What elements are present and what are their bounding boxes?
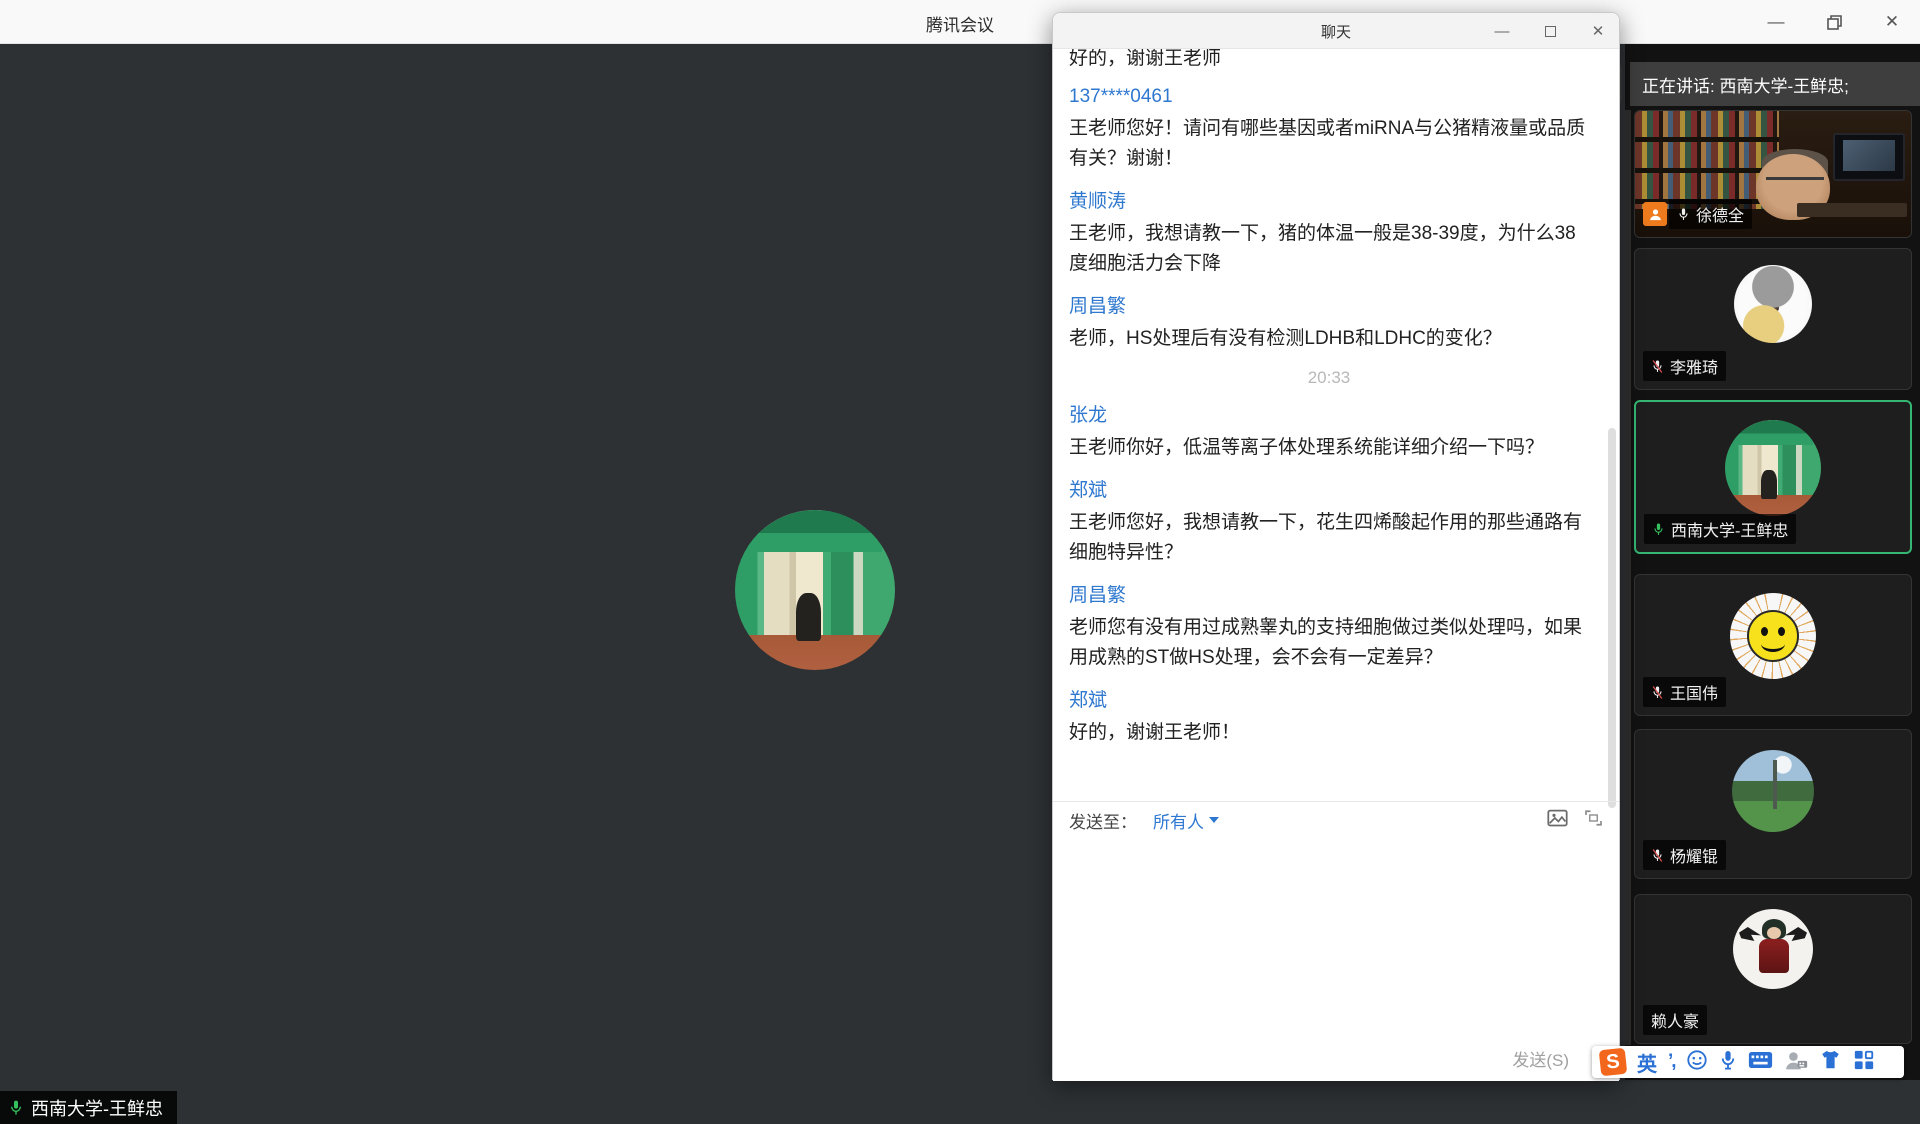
chat-message: 好的，谢谢王老师	[1069, 49, 1589, 74]
participant-tile-wangxianzhong[interactable]: 西南大学-王鲜忠	[1634, 400, 1912, 554]
participant-label: 李雅琦	[1643, 351, 1726, 381]
screenshot-icon[interactable]	[1584, 809, 1603, 832]
mic-muted-icon	[1651, 848, 1664, 863]
chat-message: 王老师你好，低温等离子体处理系统能详细介绍一下吗？	[1069, 433, 1589, 463]
chat-message: 好的，谢谢王老师！	[1069, 718, 1589, 748]
chat-message-list[interactable]: 好的，谢谢王老师 137****0461 王老师您好！请问有哪些基因或者miRN…	[1053, 49, 1619, 801]
stage-speaker-nametag: 西南大学-王鲜忠	[0, 1091, 177, 1124]
send-to-label: 发送至：	[1069, 808, 1137, 833]
ime-language-toggle[interactable]: 英	[1637, 1048, 1657, 1077]
minimize-button[interactable]: —	[1762, 8, 1790, 36]
main-titlebar: 腾讯会议 — ✕	[0, 0, 1920, 44]
active-speaker-banner: 正在讲话: 西南大学-王鲜忠;	[1630, 62, 1920, 106]
chat-message: 王老师，我想请教一下，猪的体温一般是38-39度，为什么38度细胞活力会下降	[1069, 219, 1589, 279]
mic-muted-icon	[1651, 685, 1664, 700]
corridor-avatar	[1725, 420, 1821, 516]
chat-minimize-button[interactable]: —	[1491, 20, 1513, 42]
chevron-down-icon	[1209, 817, 1219, 823]
participant-label: 赖人豪	[1643, 1005, 1707, 1035]
window-controls: — ✕	[1762, 0, 1906, 44]
chat-sender[interactable]: 郑斌	[1069, 685, 1589, 712]
ime-toolbar[interactable]: S 英 ’,	[1592, 1046, 1904, 1078]
chat-message: 老师，HS处理后有没有检测LDHB和LDHC的变化？	[1069, 324, 1589, 354]
participant-label: 西南大学-王鲜忠	[1644, 514, 1796, 544]
participant-name: 王国伟	[1670, 680, 1718, 704]
chat-sender[interactable]: 郑斌	[1069, 475, 1589, 502]
participant-tile-yangyaokun[interactable]: 杨耀锟	[1634, 729, 1912, 879]
restore-icon[interactable]	[1820, 8, 1848, 36]
chat-message: 王老师您好！请问有哪些基因或者miRNA与公猪精液量或品质有关？谢谢！	[1069, 114, 1589, 174]
active-speaker-text: 正在讲话: 西南大学-王鲜忠;	[1642, 72, 1849, 97]
voice-input-icon[interactable]	[1719, 1049, 1737, 1076]
emoji-icon[interactable]	[1686, 1049, 1708, 1076]
participant-tile-lairenhao[interactable]: 赖人豪	[1634, 894, 1912, 1044]
chat-send-to-row: 发送至： 所有人	[1053, 801, 1619, 838]
sidebar-scrollbar[interactable]	[1625, 110, 1631, 1045]
chat-sender[interactable]: 周昌繁	[1069, 291, 1589, 318]
close-button[interactable]: ✕	[1878, 8, 1906, 36]
chat-window: 聊天 — ✕ 好的，谢谢王老师 137****0461 王老师您好！请问有哪些基…	[1052, 12, 1620, 1080]
chat-sender[interactable]: 张龙	[1069, 400, 1589, 427]
mic-active-icon	[1652, 522, 1665, 537]
participant-tile-liyaqi[interactable]: 李雅琦	[1634, 248, 1912, 390]
mic-on-icon	[1677, 207, 1690, 222]
chat-input-area[interactable]	[1053, 838, 1619, 1081]
landscape-avatar	[1732, 750, 1814, 832]
chat-sender[interactable]: 137****0461	[1069, 86, 1589, 108]
ime-punctuation-toggle[interactable]: ’,	[1668, 1051, 1675, 1073]
chat-scrollbar[interactable]	[1608, 428, 1616, 808]
profile-icon[interactable]	[1784, 1049, 1808, 1076]
dog-avatar	[1734, 265, 1812, 343]
mic-active-icon	[8, 1099, 24, 1117]
participant-name: 李雅琦	[1670, 354, 1718, 378]
participant-label: 徐德全	[1643, 199, 1752, 229]
participant-tile-xudequan[interactable]: 徐德全	[1634, 110, 1912, 238]
chat-maximize-button[interactable]	[1539, 20, 1561, 42]
stage-speaker-avatar	[735, 510, 895, 670]
smiley-avatar	[1730, 593, 1816, 679]
soft-keyboard-icon[interactable]	[1748, 1051, 1773, 1074]
sogou-logo-icon[interactable]: S	[1599, 1048, 1628, 1077]
chat-message: 老师您有没有用过成熟睾丸的支持细胞做过类似处理吗，如果用成熟的ST做HS处理，会…	[1069, 613, 1589, 673]
person-glasses	[1766, 177, 1824, 187]
app-title: 腾讯会议	[0, 11, 1920, 36]
chat-sender[interactable]: 黄顺涛	[1069, 186, 1589, 213]
toolbox-grid-icon[interactable]	[1853, 1049, 1875, 1076]
participant-name: 西南大学-王鲜忠	[1671, 517, 1788, 541]
chat-close-button[interactable]: ✕	[1587, 20, 1609, 42]
chat-titlebar[interactable]: 聊天 — ✕	[1053, 13, 1619, 49]
monitor	[1833, 133, 1905, 181]
skin-icon[interactable]	[1819, 1049, 1842, 1076]
mic-muted-icon	[1651, 359, 1664, 374]
chat-timestamp: 20:33	[1069, 368, 1589, 388]
send-button[interactable]: 发送(S)	[1512, 1046, 1569, 1071]
chat-message: 王老师您好，我想请教一下，花生四烯酸起作用的那些通路有细胞特异性？	[1069, 508, 1589, 568]
chat-window-controls: — ✕	[1491, 13, 1609, 49]
image-upload-icon[interactable]	[1547, 809, 1568, 832]
participant-name: 赖人豪	[1651, 1008, 1699, 1032]
anime-avatar	[1733, 909, 1813, 989]
audience-selected: 所有人	[1153, 808, 1204, 833]
participant-name: 徐德全	[1696, 202, 1744, 226]
participant-name: 杨耀锟	[1670, 843, 1718, 867]
host-badge-icon	[1643, 202, 1667, 226]
participant-label: 杨耀锟	[1643, 840, 1726, 870]
audience-dropdown[interactable]: 所有人	[1153, 808, 1219, 833]
stage-speaker-name: 西南大学-王鲜忠	[31, 1095, 163, 1121]
participant-tile-wangguowei[interactable]: 王国伟	[1634, 574, 1912, 716]
desk	[1797, 203, 1907, 217]
participant-label: 王国伟	[1643, 677, 1726, 707]
chat-sender[interactable]: 周昌繁	[1069, 580, 1589, 607]
